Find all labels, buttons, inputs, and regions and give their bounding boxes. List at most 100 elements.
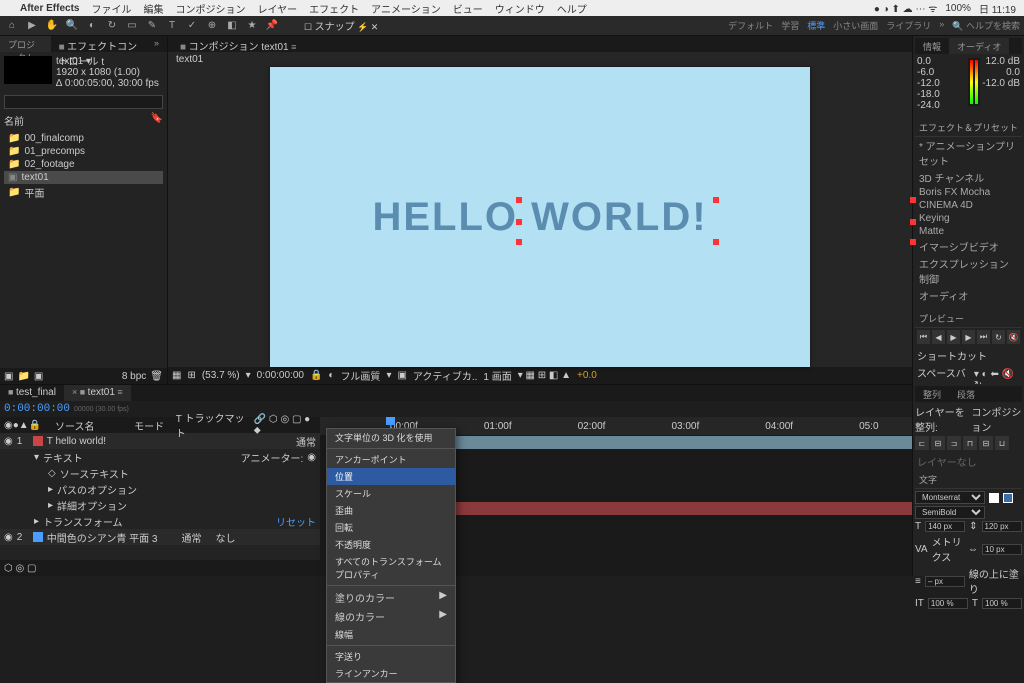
proj-btn[interactable]: ▣ [34, 371, 43, 382]
fill-color[interactable] [989, 493, 999, 503]
viewer-btn[interactable]: 🔒 [310, 370, 322, 381]
preset-item[interactable]: イマーシブビデオ [915, 238, 1022, 255]
breadcrumb[interactable]: text01 [176, 54, 203, 65]
effectcontrols-tab[interactable]: ■ エフェクトコントロール t [51, 36, 146, 52]
brush-tool[interactable]: ✓ [184, 18, 200, 34]
snap-checkbox[interactable]: ☐ スナップ ⚡ ✕ [304, 18, 378, 33]
reset-btn[interactable]: リセット [276, 514, 316, 529]
viewer-btn[interactable]: ▾ [246, 370, 251, 381]
viewer-btn[interactable]: ▾ [386, 370, 391, 381]
prop-more[interactable]: 詳細オプション [57, 498, 127, 513]
stroke-color[interactable] [1003, 493, 1013, 503]
selection-handle[interactable] [516, 197, 522, 203]
align-vcenter-btn[interactable]: ⊟ [979, 436, 993, 450]
composition-viewer[interactable]: HELLO WORLD! [168, 67, 912, 367]
ctx-rotation[interactable]: 回転 [327, 519, 455, 536]
stamp-tool[interactable]: ⊕ [204, 18, 220, 34]
preset-item[interactable]: Boris FX Mocha [915, 186, 1022, 199]
ws-standard[interactable]: 標準 [807, 19, 825, 32]
home-icon[interactable]: ⌂ [4, 18, 20, 34]
orbit-tool[interactable]: ◐ [84, 18, 100, 34]
animator-btn[interactable]: アニメーター: [241, 450, 304, 465]
hscale[interactable] [982, 598, 1022, 609]
effects-presets-title[interactable]: エフェクト＆プリセット [915, 119, 1022, 137]
text-layer[interactable]: HELLO WORLD! [372, 195, 707, 240]
align-to[interactable]: コンポジション [971, 404, 1022, 434]
kerning[interactable]: メトリクス [932, 534, 964, 564]
menu-view[interactable]: ビュー [453, 1, 483, 16]
preview-title[interactable]: プレビュー [915, 310, 1022, 328]
ctx-stroke-width[interactable]: 線幅 [327, 626, 455, 643]
preset-item[interactable]: Keying [915, 212, 1022, 225]
asset-comp[interactable]: ▣text01 [4, 171, 163, 184]
prop-source[interactable]: ソーステキスト [60, 466, 129, 481]
composition-canvas[interactable]: HELLO WORLD! [270, 67, 810, 367]
viewer-btn[interactable]: ▦ [172, 370, 181, 381]
col-mode[interactable]: モード [134, 418, 172, 433]
ctx-stroke-color[interactable]: 線のカラー▶ [327, 607, 455, 626]
align-bottom-btn[interactable]: ⊔ [995, 436, 1009, 450]
help-search[interactable]: 🔍 ヘルプを検索 [952, 19, 1020, 32]
ws-library[interactable]: ライブラリ [886, 19, 931, 32]
col-track[interactable]: T トラックマット [176, 410, 250, 440]
next-frame-btn[interactable]: ▶ [962, 330, 975, 344]
ctx-line-anchor[interactable]: ラインアンカー [327, 665, 455, 682]
selection-handle[interactable] [516, 239, 522, 245]
last-frame-btn[interactable]: ⏭ [977, 330, 990, 344]
text-tool[interactable]: T [164, 18, 180, 34]
selection-handle[interactable] [910, 197, 916, 203]
ws-learn[interactable]: 学習 [781, 19, 799, 32]
layer-name[interactable]: T hello world! [47, 436, 106, 447]
selection-tool[interactable]: ▶ [24, 18, 40, 34]
stroke-width[interactable] [925, 576, 965, 587]
audio-tab[interactable]: オーディオ [949, 38, 1009, 54]
menu-layer[interactable]: レイヤー [257, 1, 297, 16]
pin-tool[interactable]: 📌 [264, 18, 280, 34]
rect-tool[interactable]: ▭ [124, 18, 140, 34]
zoom-level[interactable]: (53.7 %) [202, 370, 240, 381]
para-tab[interactable]: 段落 [949, 386, 983, 402]
timeline-tab[interactable]: × ■ text01 ≡ [64, 385, 131, 401]
project-search[interactable] [4, 95, 163, 109]
align-left-btn[interactable]: ⊏ [915, 436, 929, 450]
timeline-tab[interactable]: ■ test_final [0, 385, 64, 401]
asset-folder[interactable]: 📁00_finalcomp [4, 132, 163, 145]
timecode[interactable]: 0:00:00:00 [4, 403, 70, 415]
layer-mode[interactable]: 通常 [296, 434, 316, 449]
layer-name[interactable]: 中間色のシアン青 平面 3 [47, 530, 158, 545]
animator-add-icon[interactable]: ◉ [307, 452, 316, 463]
weight-select[interactable]: SemiBold [915, 506, 985, 519]
char-title[interactable]: 文字 [915, 471, 1022, 489]
viewer-btn[interactable]: ▾ ▦ ⊞ ◧ ▲ [518, 370, 571, 381]
selection-handle[interactable] [713, 239, 719, 245]
ctx-tracking[interactable]: 字送り [327, 648, 455, 665]
asset-folder[interactable]: 📁平面 [4, 184, 163, 201]
asset-folder[interactable]: 📁02_footage [4, 158, 163, 171]
ws-default[interactable]: デフォルト [728, 19, 773, 32]
play-btn[interactable]: ▶ [947, 330, 960, 344]
selection-handle[interactable] [910, 239, 916, 245]
menu-animation[interactable]: アニメーション [371, 1, 441, 16]
comp-tab[interactable]: ■ コンポジション text01 ≡ [172, 36, 304, 52]
align-top-btn[interactable]: ⊓ [963, 436, 977, 450]
prop-transform[interactable]: トランスフォーム [43, 514, 123, 529]
quality[interactable]: フル画質 [340, 368, 380, 383]
layer-mode[interactable]: 通常 [181, 530, 201, 545]
vscale[interactable] [928, 598, 968, 609]
ctx-fill-color[interactable]: 塗りのカラー▶ [327, 588, 455, 607]
menu-window[interactable]: ウィンドウ [495, 1, 545, 16]
asset-folder[interactable]: 📁01_precomps [4, 145, 163, 158]
trash-icon[interactable]: 🗑 [150, 371, 163, 382]
menu-comp[interactable]: コンポジション [175, 1, 245, 16]
ctx-anchor[interactable]: アンカーポイント [327, 451, 455, 468]
ctx-all-transform[interactable]: すべてのトランスフォームプロパティ [327, 553, 455, 583]
rotate-tool[interactable]: ↻ [104, 18, 120, 34]
col-source[interactable]: ソース名 [55, 418, 130, 433]
hand-tool[interactable]: ✋ [44, 18, 60, 34]
preset-item[interactable]: CINEMA 4D [915, 199, 1022, 212]
selection-handle[interactable] [713, 197, 719, 203]
ctx-3d[interactable]: 文字単位の 3D 化を使用 [327, 429, 455, 446]
ctx-scale[interactable]: スケール [327, 485, 455, 502]
preset-item[interactable]: エクスプレッション制御 [915, 255, 1022, 287]
spacebar-select[interactable]: スペースバー [917, 365, 970, 384]
